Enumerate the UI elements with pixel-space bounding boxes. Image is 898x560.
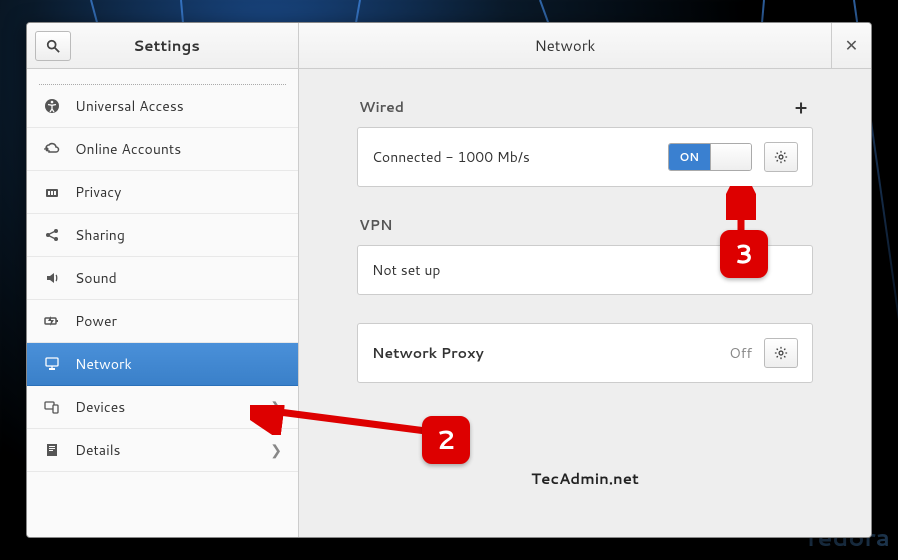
sidebar-item-label: Sharing [75, 225, 125, 245]
sidebar-item-label: Details [75, 440, 121, 460]
vpn-title: VPN [359, 215, 392, 235]
main-header: Network ✕ [299, 23, 871, 69]
wired-section-header: Wired + [357, 97, 813, 127]
proxy-section: Network Proxy Off [357, 323, 813, 383]
proxy-status: Off [729, 343, 752, 363]
details-icon [43, 441, 61, 459]
devices-icon [43, 398, 61, 416]
sidebar-item-label: Privacy [75, 182, 121, 202]
cloud-icon [43, 140, 61, 158]
main-panel: Network ✕ Wired + Connected - 1000 Mb/s … [299, 23, 871, 537]
power-icon [43, 312, 61, 330]
search-button[interactable] [35, 31, 71, 61]
chevron-right-icon: ❯ [270, 397, 282, 417]
sidebar-title: Settings [71, 35, 298, 56]
proxy-panel: Network Proxy Off [357, 323, 813, 383]
main-body: Wired + Connected - 1000 Mb/s ON [299, 69, 871, 537]
gear-icon [774, 150, 788, 164]
sidebar-item-label: Devices [75, 397, 125, 417]
gear-icon [774, 346, 788, 360]
proxy-label: Network Proxy [372, 343, 717, 363]
chevron-right-icon: ❯ [270, 440, 282, 460]
privacy-icon [43, 183, 61, 201]
callout-2: 2 [422, 416, 470, 464]
wired-toggle[interactable]: ON [668, 143, 752, 171]
search-icon [46, 39, 60, 53]
wired-title: Wired [359, 97, 404, 117]
sidebar-item-label: Network [75, 354, 132, 374]
toggle-on-label: ON [669, 144, 710, 170]
proxy-settings-button[interactable] [764, 338, 798, 368]
sidebar-item-sharing[interactable]: Sharing [27, 214, 298, 257]
sidebar: Settings Universal Access Online Account… [27, 23, 299, 537]
wired-status: Connected - 1000 Mb/s [372, 147, 656, 167]
main-title: Network [299, 35, 831, 56]
toggle-knob [710, 144, 752, 170]
sidebar-item-devices[interactable]: Devices ❯ [27, 386, 298, 429]
sound-icon [43, 269, 61, 287]
wired-panel: Connected - 1000 Mb/s ON [357, 127, 813, 187]
scroll-indicator [39, 69, 286, 85]
sidebar-item-sound[interactable]: Sound [27, 257, 298, 300]
add-wired-button[interactable]: + [791, 97, 811, 117]
sidebar-item-label: Universal Access [75, 96, 184, 116]
sidebar-item-privacy[interactable]: Privacy [27, 171, 298, 214]
share-icon [43, 226, 61, 244]
close-icon: ✕ [845, 34, 858, 57]
watermark: TecAdmin.net [531, 468, 639, 489]
accessibility-icon [43, 97, 61, 115]
wired-settings-button[interactable] [764, 142, 798, 172]
plus-icon: + [795, 94, 807, 120]
sidebar-header: Settings [27, 23, 298, 69]
proxy-row: Network Proxy Off [358, 324, 812, 382]
wired-connection-row: Connected - 1000 Mb/s ON [358, 128, 812, 186]
sidebar-item-online-accounts[interactable]: Online Accounts [27, 128, 298, 171]
sidebar-list: Universal Access Online Accounts Privacy… [27, 69, 298, 537]
sidebar-item-label: Power [75, 311, 117, 331]
sidebar-item-label: Sound [75, 268, 117, 288]
sidebar-item-label: Online Accounts [75, 139, 181, 159]
sidebar-item-network[interactable]: Network [27, 343, 298, 386]
network-icon [43, 355, 61, 373]
callout-3: 3 [720, 230, 768, 278]
close-button[interactable]: ✕ [831, 23, 871, 69]
sidebar-item-details[interactable]: Details ❯ [27, 429, 298, 472]
sidebar-item-universal-access[interactable]: Universal Access [27, 85, 298, 128]
sidebar-item-power[interactable]: Power [27, 300, 298, 343]
